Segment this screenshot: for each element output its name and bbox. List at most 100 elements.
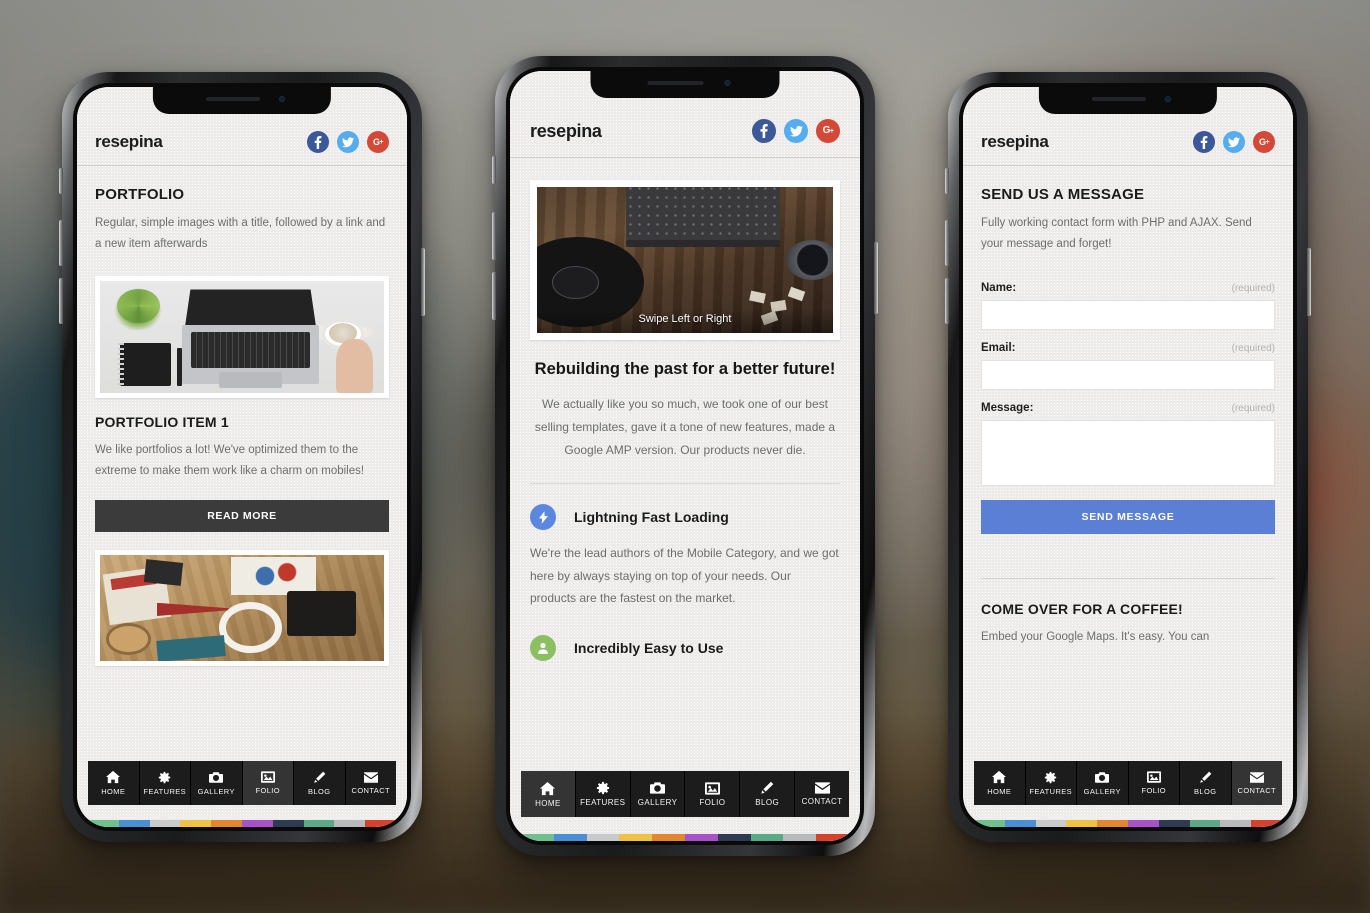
camera-icon <box>209 771 224 784</box>
color-strip-segment <box>586 834 620 841</box>
phone1-scroll-area[interactable]: resepina G + PORTFOLIO Regular, simple i… <box>77 87 407 761</box>
phone1-mute-switch[interactable] <box>59 168 63 194</box>
earpiece-speaker-icon <box>206 97 260 101</box>
phone3-volume-down-button[interactable] <box>945 278 949 324</box>
read-more-button[interactable]: READ MORE <box>95 500 389 533</box>
phone3-mute-switch[interactable] <box>945 168 949 194</box>
nav-item-folio[interactable]: FOLIO <box>242 761 294 805</box>
camera-icon <box>650 781 666 795</box>
color-strip-segment <box>1035 820 1067 827</box>
name-field-label: Name: <box>981 281 1017 294</box>
page-title: PORTFOLIO <box>95 186 185 203</box>
vintage-typography-desk-photo <box>100 555 384 662</box>
facebook-icon[interactable] <box>752 119 776 143</box>
nav-item-blog[interactable]: BLOG <box>740 771 796 817</box>
message-field-label: Message: <box>981 401 1034 414</box>
color-strip-segment <box>1066 820 1098 827</box>
phone2-social-links: G + <box>752 119 840 143</box>
phone1-power-button[interactable] <box>421 248 425 316</box>
nav-label-folio: FOLIO <box>1141 786 1166 795</box>
color-strip-segment <box>1004 820 1036 827</box>
portfolio-image-1[interactable] <box>95 275 389 398</box>
portfolio-item-title: PORTFOLIO ITEM 1 <box>95 413 229 430</box>
front-camera-icon <box>278 96 285 102</box>
phone3-scroll-area[interactable]: resepina G + SEND US A MESSAGE Fully wor… <box>963 87 1293 761</box>
slider-frame[interactable]: Swipe Left or Right <box>530 180 840 340</box>
nav-item-home[interactable]: HOME <box>521 771 576 817</box>
nav-item-gallery[interactable]: GALLERY <box>1077 761 1129 805</box>
pencil-icon <box>760 781 774 795</box>
google-plus-icon[interactable]: G + <box>816 119 840 143</box>
home-icon <box>992 770 1007 784</box>
phone2-scroll-area[interactable]: resepina G + Swipe Left or Right Rebuild… <box>510 71 860 771</box>
phone2-power-button[interactable] <box>874 242 878 314</box>
nav-item-gallery[interactable]: GALLERY <box>191 761 243 805</box>
google-plus-icon[interactable]: G + <box>367 131 389 153</box>
phone1-page: resepina G + PORTFOLIO Regular, simple i… <box>77 87 407 827</box>
phone2-mute-switch[interactable] <box>492 156 496 184</box>
nav-item-contact[interactable]: CONTACT <box>1231 761 1282 805</box>
email-field-label-row: Email: (required) <box>981 342 1275 354</box>
twitter-icon[interactable] <box>337 131 359 153</box>
phone2-bottom-nav[interactable]: HOME FEATURES GALLERY FOLIO BLOG CONTACT <box>521 771 849 817</box>
phone2-volume-up-button[interactable] <box>492 212 496 260</box>
section-divider <box>530 483 840 485</box>
name-input[interactable] <box>981 299 1275 330</box>
nav-label-gallery: GALLERY <box>1083 786 1121 796</box>
nav-label-blog: BLOG <box>1194 786 1217 796</box>
twitter-icon[interactable] <box>784 119 808 143</box>
email-input[interactable] <box>981 359 1275 390</box>
phone3-volume-up-button[interactable] <box>945 220 949 266</box>
envelope-icon <box>363 771 378 783</box>
color-strip-segment <box>1097 820 1128 827</box>
brand-logo[interactable]: resepina <box>530 121 602 142</box>
phone1-volume-up-button[interactable] <box>59 220 63 266</box>
nav-item-blog[interactable]: BLOG <box>1180 761 1232 805</box>
front-camera-icon <box>724 80 731 86</box>
nav-label-contact: CONTACT <box>1237 785 1276 795</box>
nav-item-blog[interactable]: BLOG <box>294 761 346 805</box>
nav-item-folio[interactable]: FOLIO <box>685 771 741 817</box>
nav-item-features[interactable]: FEATURES <box>575 771 631 817</box>
phone1-volume-down-button[interactable] <box>59 278 63 324</box>
brand-logo[interactable]: resepina <box>981 132 1049 152</box>
twitter-icon[interactable] <box>1223 131 1245 153</box>
phone2-page: resepina G + Swipe Left or Right Rebuild… <box>510 71 860 841</box>
nav-label-features: FEATURES <box>143 786 187 796</box>
facebook-icon[interactable] <box>307 131 329 153</box>
phone1-bottom-nav[interactable]: HOME FEATURES GALLERY FOLIO BLOG CONTACT <box>88 761 396 805</box>
phone3-bottom-nav[interactable]: HOME FEATURES GALLERY FOLIO BLOG CONTACT <box>974 761 1282 805</box>
color-strip-segment <box>303 820 335 827</box>
camera-icon <box>1095 771 1110 784</box>
nav-item-features[interactable]: FEATURES <box>139 761 191 805</box>
feature-title-2: Incredibly Easy to Use <box>574 639 724 656</box>
nav-item-home[interactable]: HOME <box>974 761 1026 805</box>
nav-item-features[interactable]: FEATURES <box>1025 761 1077 805</box>
nav-item-contact[interactable]: CONTACT <box>345 761 396 805</box>
nav-item-folio[interactable]: FOLIO <box>1128 761 1180 805</box>
nav-item-home[interactable]: HOME <box>88 761 140 805</box>
color-strip-segment <box>652 834 685 841</box>
nav-item-contact[interactable]: CONTACT <box>795 771 849 817</box>
email-field-required: (required) <box>1231 342 1275 354</box>
feature-title-1: Lightning Fast Loading <box>574 509 729 526</box>
message-textarea[interactable] <box>981 419 1275 486</box>
message-field-required: (required) <box>1231 402 1275 414</box>
email-field-label: Email: <box>981 341 1016 354</box>
user-icon <box>530 634 556 661</box>
phone1-color-strip <box>88 820 396 827</box>
screenshot-stage: resepina G + PORTFOLIO Regular, simple i… <box>0 0 1370 913</box>
brand-logo[interactable]: resepina <box>95 132 163 152</box>
send-message-button[interactable]: SEND MESSAGE <box>981 499 1275 534</box>
name-field-required: (required) <box>1231 282 1275 294</box>
phone3-power-button[interactable] <box>1307 248 1311 316</box>
portfolio-image-2[interactable] <box>95 550 389 667</box>
color-strip-segment <box>619 834 653 841</box>
google-plus-icon[interactable]: G + <box>1253 131 1275 153</box>
facebook-icon[interactable] <box>1193 131 1215 153</box>
nav-item-gallery[interactable]: GALLERY <box>630 771 686 817</box>
name-field-label-row: Name: (required) <box>981 282 1275 294</box>
portfolio-item-body: We like portfolios a lot! We've optimize… <box>95 443 365 477</box>
phone2-volume-down-button[interactable] <box>492 272 496 320</box>
phone-device-2: resepina G + Swipe Left or Right Rebuild… <box>492 56 878 856</box>
